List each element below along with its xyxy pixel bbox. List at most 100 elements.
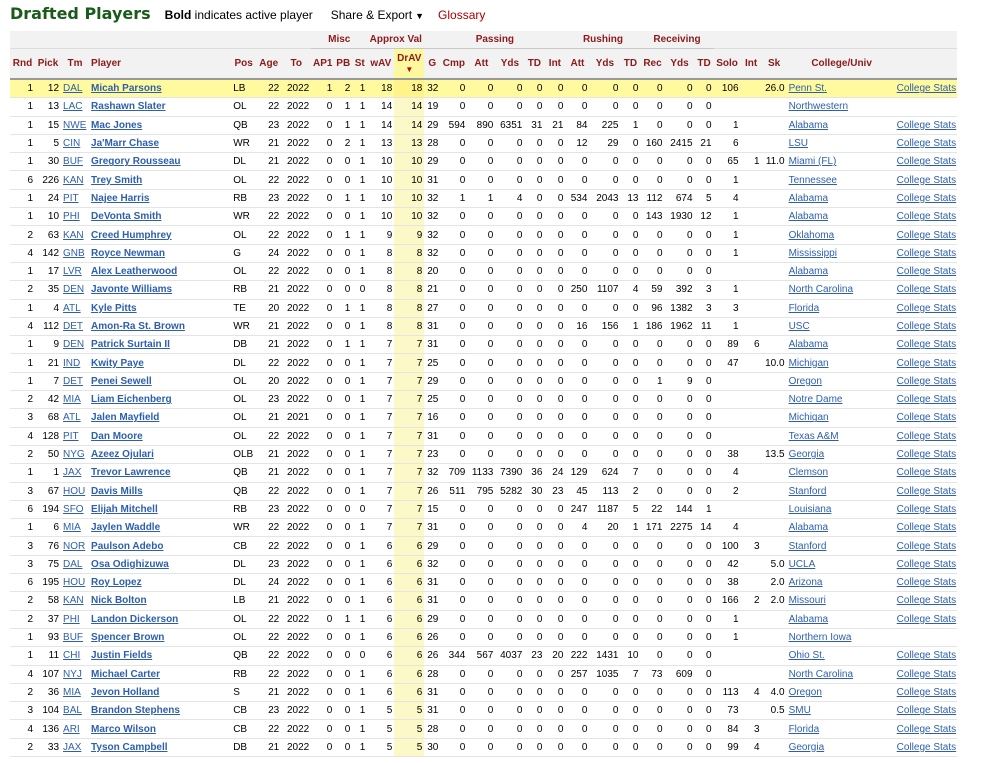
team-link[interactable]: PIT [63, 193, 79, 204]
col-header-age[interactable]: Age [256, 48, 282, 80]
player-link[interactable]: Micah Parsons [91, 83, 162, 94]
college-stats-link[interactable]: College Stats [897, 559, 956, 570]
college-stats-link[interactable]: College Stats [897, 449, 956, 460]
college-link[interactable]: SMU [789, 705, 811, 716]
college-link[interactable]: North Carolina [789, 669, 853, 680]
col-header-to[interactable]: To [281, 48, 312, 80]
college-link[interactable]: Georgia [789, 449, 825, 460]
college-stats-link[interactable]: College Stats [897, 83, 956, 94]
player-link[interactable]: Spencer Brown [91, 632, 164, 643]
college-stats-link[interactable]: College Stats [897, 687, 956, 698]
team-link[interactable]: GNB [63, 248, 85, 259]
col-header-rush-td[interactable]: TD [620, 48, 641, 80]
player-link[interactable]: Gregory Rousseau [91, 156, 180, 167]
college-stats-link[interactable]: College Stats [897, 284, 956, 295]
college-link[interactable]: Florida [789, 724, 820, 735]
college-link[interactable]: Northwestern [789, 101, 848, 112]
college-stats-link[interactable]: College Stats [897, 394, 956, 405]
col-header-college-stats[interactable] [894, 48, 957, 80]
player-link[interactable]: Marco Wilson [91, 724, 156, 735]
player-link[interactable]: Elijah Mitchell [91, 504, 158, 515]
college-link[interactable]: Missouri [789, 595, 826, 606]
player-link[interactable]: Paulson Adebo [91, 541, 163, 552]
team-link[interactable]: KAN [63, 595, 84, 606]
team-link[interactable]: BUF [63, 632, 83, 643]
col-header-pass-td[interactable]: TD [524, 48, 545, 80]
col-header-pass-int[interactable]: Int [544, 48, 566, 80]
player-link[interactable]: Azeez Ojulari [91, 449, 154, 460]
team-link[interactable]: MIA [63, 522, 81, 533]
college-link[interactable]: Alabama [789, 339, 828, 350]
college-stats-link[interactable]: College Stats [897, 230, 956, 241]
college-stats-link[interactable]: College Stats [897, 650, 956, 661]
team-link[interactable]: PHI [63, 211, 80, 222]
player-link[interactable]: Davis Mills [91, 486, 143, 497]
college-link[interactable]: Tennessee [789, 175, 837, 186]
col-header-wav[interactable]: wAV [367, 48, 395, 80]
college-link[interactable]: Alabama [789, 211, 828, 222]
college-stats-link[interactable]: College Stats [897, 595, 956, 606]
college-link[interactable]: Clemson [789, 467, 828, 478]
team-link[interactable]: ATL [63, 412, 81, 423]
player-link[interactable]: Brandon Stephens [91, 705, 180, 716]
college-link[interactable]: Alabama [789, 266, 828, 277]
col-header-team[interactable]: Tm [61, 48, 90, 80]
college-stats-link[interactable]: College Stats [897, 376, 956, 387]
college-stats-link[interactable]: College Stats [897, 412, 956, 423]
col-header-games[interactable]: G [424, 48, 441, 80]
college-link[interactable]: Louisiana [789, 504, 832, 515]
college-link[interactable]: UCLA [789, 559, 816, 570]
player-link[interactable]: Jalen Mayfield [91, 412, 159, 423]
team-link[interactable]: NYG [63, 449, 85, 460]
player-link[interactable]: Penei Sewell [91, 376, 152, 387]
college-stats-link[interactable]: College Stats [897, 724, 956, 735]
team-link[interactable]: DAL [63, 559, 82, 570]
college-stats-link[interactable]: College Stats [897, 156, 956, 167]
player-link[interactable]: Kyle Pitts [91, 303, 137, 314]
team-link[interactable]: CIN [63, 138, 80, 149]
college-stats-link[interactable]: College Stats [897, 504, 956, 515]
college-link[interactable]: Alabama [789, 193, 828, 204]
college-link[interactable]: Northern Iowa [789, 632, 852, 643]
player-link[interactable]: Liam Eichenberg [91, 394, 172, 405]
player-link[interactable]: DeVonta Smith [91, 211, 161, 222]
college-stats-link[interactable]: College Stats [897, 669, 956, 680]
college-link[interactable]: Oregon [789, 687, 822, 698]
college-stats-link[interactable]: College Stats [897, 467, 956, 478]
college-stats-link[interactable]: College Stats [897, 138, 956, 149]
col-header-rec-yds[interactable]: Yds [664, 48, 695, 80]
college-link[interactable]: Michigan [789, 412, 829, 423]
team-link[interactable]: NWE [63, 120, 86, 131]
college-link[interactable]: Alabama [789, 614, 828, 625]
college-link[interactable]: Texas A&M [789, 431, 839, 442]
college-link[interactable]: LSU [789, 138, 808, 149]
player-link[interactable]: Nick Bolton [91, 595, 147, 606]
college-link[interactable]: Georgia [789, 742, 825, 753]
team-link[interactable]: KAN [63, 175, 84, 186]
player-link[interactable]: Osa Odighizuwa [91, 559, 169, 570]
player-link[interactable]: Mac Jones [91, 120, 142, 131]
college-link[interactable]: Stanford [789, 541, 827, 552]
team-link[interactable]: IND [63, 358, 80, 369]
player-link[interactable]: Landon Dickerson [91, 614, 178, 625]
college-link[interactable]: Ohio St. [789, 650, 825, 661]
team-link[interactable]: DET [63, 321, 83, 332]
player-link[interactable]: Roy Lopez [91, 577, 142, 588]
col-header-rec[interactable]: Rec [640, 48, 665, 80]
col-header-drav[interactable]: DrAV ▼ [394, 48, 425, 80]
college-link[interactable]: North Carolina [789, 284, 853, 295]
col-header-pos[interactable]: Pos [231, 48, 257, 80]
player-link[interactable]: Creed Humphrey [91, 230, 172, 241]
player-link[interactable]: Dan Moore [91, 431, 143, 442]
college-link[interactable]: Oregon [789, 376, 822, 387]
col-header-rush-att[interactable]: Att [565, 48, 590, 80]
team-link[interactable]: PIT [63, 431, 79, 442]
college-link[interactable]: Stanford [789, 486, 827, 497]
team-link[interactable]: ARI [63, 724, 80, 735]
college-link[interactable]: Florida [789, 303, 820, 314]
player-link[interactable]: Trevor Lawrence [91, 467, 170, 478]
col-header-rush-yds[interactable]: Yds [589, 48, 621, 80]
player-link[interactable]: Jaylen Waddle [91, 522, 160, 533]
college-stats-link[interactable]: College Stats [897, 486, 956, 497]
college-stats-link[interactable]: College Stats [897, 339, 956, 350]
